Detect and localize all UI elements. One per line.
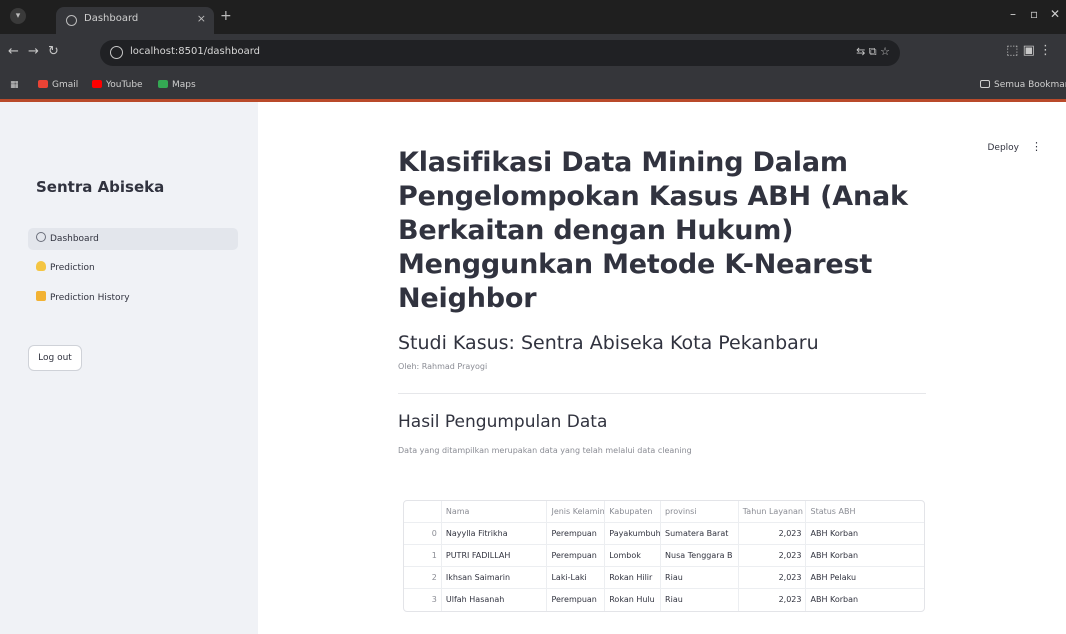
table-cell: ABH Korban <box>810 595 859 604</box>
table-cell: Sumatera Barat <box>661 523 739 544</box>
browser-tab-title: Dashboard <box>84 13 139 24</box>
back-icon[interactable]: ← <box>8 44 19 59</box>
dashboard-icon <box>36 232 46 242</box>
table-row[interactable]: 1 PUTRI FADILLAH Perempuan Lombok Nusa T… <box>404 545 924 567</box>
lightbulb-icon <box>36 261 46 271</box>
folder-icon <box>36 291 46 301</box>
maps-icon <box>158 80 168 88</box>
forward-icon[interactable]: → <box>28 44 39 59</box>
sidebar-item-label: Dashboard <box>50 234 99 244</box>
section-caption: Data yang ditampilkan merupakan data yan… <box>398 446 692 455</box>
table-row[interactable]: 0 Nayylla Fitrikha Perempuan Payakumbuh … <box>404 523 924 545</box>
table-cell: Lombok <box>605 545 662 566</box>
gmail-icon <box>38 80 48 88</box>
tab-search-icon[interactable]: ▾ <box>10 8 26 24</box>
reload-icon[interactable]: ↻ <box>48 44 59 59</box>
sidebar-brand: Sentra Abiseka <box>36 178 165 196</box>
bookmark-gmail[interactable]: Gmail <box>38 80 78 90</box>
streamlit-favicon-icon <box>66 15 77 26</box>
address-bar-row: ← → ↻ localhost:8501/dashboard ⇆ ⧉ ☆ ⬚ ▣… <box>0 34 1066 72</box>
site-info-icon[interactable] <box>110 46 123 59</box>
bookmark-maps[interactable]: Maps <box>158 80 196 90</box>
bookmark-label: Gmail <box>52 80 79 90</box>
section-title: Hasil Pengumpulan Data <box>398 412 608 432</box>
column-header[interactable]: Jenis Kelamin <box>547 501 606 522</box>
apps-icon[interactable]: ▦ <box>10 80 19 90</box>
table-cell: Rokan Hulu <box>605 589 662 611</box>
sidebar: Sentra Abiseka Dashboard Prediction Pred… <box>0 102 258 634</box>
table-cell: 2,023 <box>739 523 807 544</box>
column-header[interactable]: Tahun Layanan <box>739 501 807 522</box>
table-cell: 1 <box>404 545 442 566</box>
author-caption: Oleh: Rahmad Prayogi <box>398 362 488 371</box>
table-cell: Riau <box>661 589 739 611</box>
sidebar-item-label: Prediction <box>50 263 95 273</box>
omnibox-icons[interactable]: ⇆ ⧉ ☆ <box>856 45 890 59</box>
browser-tab[interactable]: Dashboard × <box>56 7 214 34</box>
close-tab-icon[interactable]: × <box>197 12 206 25</box>
table-cell: 2 <box>404 567 442 588</box>
folder-icon <box>980 80 990 88</box>
table-cell: Perempuan <box>547 523 606 544</box>
all-bookmarks-label: Semua Bookmark <box>994 80 1066 90</box>
table-cell: 0 <box>404 523 442 544</box>
minimize-icon[interactable]: – <box>1010 7 1016 21</box>
column-header[interactable]: Status ABH <box>806 501 924 522</box>
bookmark-label: YouTube <box>106 80 143 90</box>
close-window-icon[interactable]: ✕ <box>1050 7 1060 21</box>
sidebar-item-prediction-history[interactable]: Prediction History <box>28 287 238 309</box>
table-cell: 2,023 <box>739 567 807 588</box>
table-cell: Ulfah Hasanah <box>442 589 548 611</box>
table-cell: 2,023 <box>739 589 807 611</box>
deploy-button[interactable]: Deploy <box>987 143 1019 153</box>
table-cell: PUTRI FADILLAH <box>442 545 548 566</box>
table-cell: 3 <box>404 589 442 611</box>
table-row[interactable]: 3 Ulfah Hasanah Perempuan Rokan Hulu Ria… <box>404 589 924 611</box>
table-cell: Rokan Hilir <box>605 567 662 588</box>
table-cell: ABH Korban <box>810 551 859 560</box>
column-header[interactable]: Nama <box>442 501 548 522</box>
new-tab-icon[interactable]: + <box>220 8 232 24</box>
sidebar-item-label: Prediction History <box>50 293 130 303</box>
column-header[interactable]: Kabupaten <box>605 501 662 522</box>
page-title: Klasifikasi Data Mining Dalam Pengelompo… <box>398 147 908 314</box>
table-cell: Nusa Tenggara B <box>661 545 739 566</box>
table-cell: Nayylla Fitrikha <box>442 523 548 544</box>
app-header-actions: Deploy ⋮ <box>987 140 1042 153</box>
table-header-row: Nama Jenis Kelamin Kabupaten provinsi Ta… <box>404 501 924 523</box>
extensions-icons[interactable]: ⬚ ▣ ⋮ <box>1006 43 1052 58</box>
kebab-icon[interactable]: ⋮ <box>1031 140 1042 153</box>
restore-icon[interactable]: ▫ <box>1030 7 1038 21</box>
divider <box>398 393 926 394</box>
table-cell: Riau <box>661 567 739 588</box>
main-content: Klasifikasi Data Mining Dalam Pengelompo… <box>398 102 938 634</box>
youtube-icon <box>92 80 102 88</box>
table-cell: ABH Pelaku <box>810 573 857 582</box>
sidebar-item-dashboard[interactable]: Dashboard <box>28 228 238 250</box>
table-cell: Ikhsan Saimarin <box>442 567 548 588</box>
browser-tab-bar: ▾ Dashboard × + – ▫ ✕ <box>0 0 1066 34</box>
table-row[interactable]: 2 Ikhsan Saimarin Laki-Laki Rokan Hilir … <box>404 567 924 589</box>
column-header[interactable]: provinsi <box>661 501 739 522</box>
table-cell: ABH Korban <box>810 529 859 538</box>
data-table[interactable]: Nama Jenis Kelamin Kabupaten provinsi Ta… <box>403 500 925 612</box>
all-bookmarks[interactable]: Semua Bookmark <box>980 80 1066 90</box>
address-input[interactable]: localhost:8501/dashboard ⇆ ⧉ ☆ <box>100 40 900 66</box>
table-cell: Perempuan <box>547 545 606 566</box>
table-cell: Payakumbuh <box>605 523 662 544</box>
table-cell: Perempuan <box>547 589 606 611</box>
page-subtitle: Studi Kasus: Sentra Abiseka Kota Pekanba… <box>398 332 819 354</box>
table-cell: 2,023 <box>739 545 807 566</box>
sidebar-item-prediction[interactable]: Prediction <box>28 257 238 279</box>
url-text: localhost:8501/dashboard <box>130 46 260 57</box>
table-cell: Laki-Laki <box>547 567 606 588</box>
logout-button[interactable]: Log out <box>28 345 82 371</box>
bookmarks-bar: ▦ Gmail YouTube Maps Semua Bookmark <box>0 72 1066 100</box>
bookmark-youtube[interactable]: YouTube <box>92 80 143 90</box>
column-header[interactable] <box>404 501 442 522</box>
bookmark-label: Maps <box>172 80 196 90</box>
